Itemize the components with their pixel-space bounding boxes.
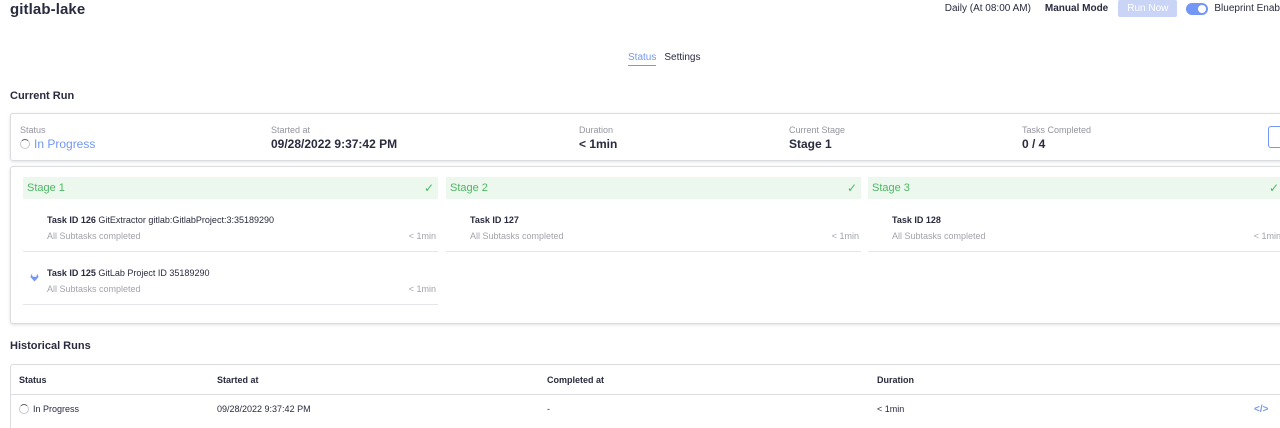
task-title: Task ID 125 GitLab Project ID 35189290 <box>47 268 209 278</box>
blueprint-toggle[interactable] <box>1186 2 1209 15</box>
check-icon: ✓ <box>1268 181 1279 195</box>
task-title: Task ID 127 <box>470 215 519 225</box>
column-header-started: Started at <box>217 375 259 385</box>
task-row[interactable]: Task ID 126 GitExtractor gitlab:GitlabPr… <box>23 199 438 252</box>
task-id: Task ID 127 <box>470 215 519 225</box>
blueprint-toggle-label: Blueprint Enab <box>1214 3 1280 14</box>
task-subtasks: All Subtasks completed <box>892 231 986 241</box>
task-desc: GitExtractor gitlab:GitlabProject:3:3518… <box>98 215 274 225</box>
tasks-completed-value: 0 / 4 <box>1022 137 1046 151</box>
tab-settings[interactable]: Settings <box>664 52 700 66</box>
tab-bar: Status Settings <box>628 52 709 66</box>
task-duration: < 1min <box>1253 231 1280 241</box>
gitlab-icon <box>30 273 39 282</box>
mode-text: Manual Mode <box>1044 3 1109 14</box>
stage-header: Stage 1 ✓ <box>23 177 438 199</box>
task-desc: GitLab Project ID 35189290 <box>98 268 210 278</box>
table-header: Status Started at Completed at Duration <box>11 365 1280 395</box>
check-icon: ✓ <box>846 181 857 195</box>
column-header-status: Status <box>19 375 47 385</box>
started-column: Started at 09/28/2022 9:37:42 PM <box>271 125 397 151</box>
task-duration: < 1min <box>408 284 436 294</box>
task-duration: < 1min <box>831 231 859 241</box>
started-label: Started at <box>271 125 311 135</box>
historical-runs-heading: Historical Runs <box>10 340 91 352</box>
task-title: Task ID 126 GitExtractor gitlab:GitlabPr… <box>47 215 274 225</box>
spinner-icon <box>20 139 30 149</box>
current-run-card: Status In Progress Started at 09/28/2022… <box>10 113 1280 161</box>
task-id: Task ID 128 <box>892 215 941 225</box>
started-value: 09/28/2022 9:37:42 PM <box>271 137 398 151</box>
stage-3: Stage 3 ✓ Task ID 128 All Subtasks compl… <box>868 177 1280 252</box>
status-column: Status In Progress <box>20 125 95 151</box>
task-row[interactable]: Task ID 128 All Subtasks completed < 1mi… <box>868 199 1280 252</box>
tasks-completed-label: Tasks Completed <box>1022 125 1092 135</box>
current-stage-value: Stage 1 <box>789 137 832 151</box>
stage-name: Stage 1 <box>27 182 65 194</box>
task-id: Task ID 125 <box>47 268 96 278</box>
tab-status[interactable]: Status <box>628 52 657 66</box>
task-duration: < 1min <box>408 231 436 241</box>
status-value-wrap: In Progress <box>20 137 95 151</box>
stage-2: Stage 2 ✓ Task ID 127 All Subtasks compl… <box>446 177 861 252</box>
stage-header: Stage 3 ✓ <box>868 177 1280 199</box>
run-now-button[interactable]: Run Now <box>1118 0 1178 17</box>
cancel-button[interactable] <box>1268 126 1280 148</box>
duration-value: < 1min <box>579 137 618 151</box>
stage-name: Stage 3 <box>872 182 910 194</box>
task-subtasks: All Subtasks completed <box>470 231 564 241</box>
row-duration: < 1min <box>877 404 905 414</box>
column-header-completed: Completed at <box>547 375 605 385</box>
stage-name: Stage 2 <box>450 182 488 194</box>
spinner-icon <box>19 404 29 414</box>
current-stage-label: Current Stage <box>789 125 846 135</box>
stage-1: Stage 1 ✓ Task ID 126 GitExtractor gitla… <box>23 177 438 305</box>
task-id: Task ID 126 <box>47 215 96 225</box>
table-row[interactable]: In Progress 09/28/2022 9:37:42 PM - < 1m… <box>11 395 1280 425</box>
duration-label: Duration <box>579 125 614 135</box>
task-row[interactable]: Task ID 125 GitLab Project ID 35189290 A… <box>23 252 438 305</box>
row-status-text: In Progress <box>33 404 80 414</box>
task-title: Task ID 128 <box>892 215 941 225</box>
stage-column: Current Stage Stage 1 <box>789 125 845 151</box>
check-icon: ✓ <box>423 181 434 195</box>
stage-header: Stage 2 ✓ <box>446 177 861 199</box>
status-value: In Progress <box>34 137 96 151</box>
row-status: In Progress <box>19 404 79 414</box>
schedule-text: Daily (At 08:00 AM) <box>944 3 1031 14</box>
task-subtasks: All Subtasks completed <box>47 231 141 241</box>
code-icon[interactable]: </> <box>1254 404 1268 415</box>
historical-runs-table: Status Started at Completed at Duration … <box>10 364 1280 428</box>
row-completed: - <box>547 404 550 414</box>
tasks-column: Tasks Completed 0 / 4 <box>1022 125 1091 151</box>
column-header-duration: Duration <box>877 375 914 385</box>
duration-column: Duration < 1min <box>579 125 617 151</box>
status-label: Status <box>20 125 46 135</box>
top-toolbar: Daily (At 08:00 AM) Manual Mode Run Now … <box>945 0 1280 17</box>
toggle-knob <box>1198 4 1207 13</box>
stages-panel: Stage 1 ✓ Task ID 126 GitExtractor gitla… <box>10 166 1280 324</box>
task-row[interactable]: Task ID 127 All Subtasks completed < 1mi… <box>446 199 861 252</box>
current-run-heading: Current Run <box>10 90 75 102</box>
task-subtasks: All Subtasks completed <box>47 284 141 294</box>
page-title: gitlab-lake <box>10 1 86 18</box>
row-started: 09/28/2022 9:37:42 PM <box>217 404 311 414</box>
